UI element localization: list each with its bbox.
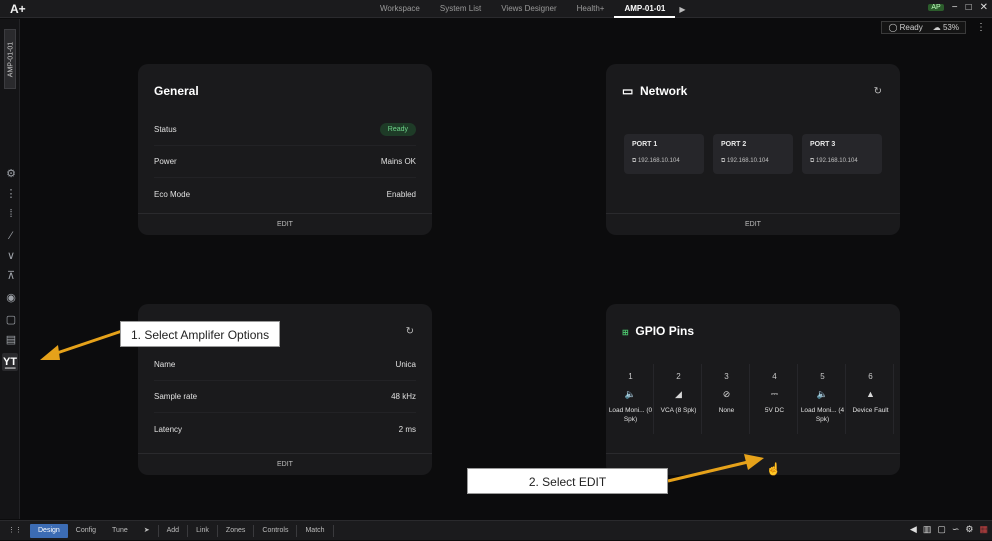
status-box: ◯ Ready ☁ 53% [881, 21, 966, 34]
gpio-pin: 4 ⎓ 5V DC [752, 364, 798, 434]
lock-icon[interactable]: ▢ [4, 313, 18, 327]
gpio-pin: 3 ⊘ None [704, 364, 750, 434]
tab-workspace[interactable]: Workspace [370, 0, 430, 18]
speaker-load-icon: 🔈 [608, 389, 653, 400]
divider [333, 525, 334, 537]
amp-options-icon[interactable]: Y͟T [2, 353, 18, 371]
minimize-icon[interactable]: − [952, 2, 958, 13]
language-flag-icon[interactable]: ▦ [979, 524, 988, 535]
pointer-icon[interactable]: ➤ [136, 521, 158, 541]
monitor-icon: ▭ [622, 84, 633, 98]
power-row: Power Mains OK [154, 146, 416, 178]
tab-amp[interactable]: AMP-01-01 [614, 0, 675, 18]
mode-design[interactable]: Design [30, 524, 68, 538]
action-zones[interactable]: Zones [218, 521, 253, 541]
bottom-right-icons: ◀ ▥ ▢ ∽ ⚙ ▦ [910, 524, 988, 535]
device-status: ◯ Ready ☁ 53% ⋮ [881, 19, 986, 35]
gpio-pin: 2 ◢ VCA (8 Spk) [656, 364, 702, 434]
status-badge: Ready [380, 123, 416, 136]
callout-edit: 2. Select EDIT [467, 468, 668, 494]
gpio-pin: 1 🔈 Load Moni... (0 Spk) [608, 364, 654, 434]
unlock-icon[interactable]: ▢ [937, 524, 946, 535]
gpio-pin: 5 🔈 Load Moni... (4 Spk) [800, 364, 846, 434]
cpu-usage: ☁ 53% [933, 23, 959, 32]
arrow-line-1 [54, 331, 122, 354]
gpio-title: ⊞ GPIO Pins [622, 324, 694, 338]
left-toolbar: AMP-01-01 ⚙ ⋮ ⁞ ⁄ ∨ ⊼ ◉ ▢ ▤ Y͟T [0, 19, 20, 519]
ap-badge: AP [928, 4, 943, 11]
trash-icon[interactable]: ▥ [923, 524, 932, 535]
general-title: General [154, 84, 199, 98]
grid-icon[interactable]: ⁞ [4, 207, 18, 221]
sample-rate-row: Sample rate 48 kHz [154, 381, 416, 413]
cursor-hand-icon: ☝ [766, 462, 781, 476]
bottom-toolbar: ⋮⋮ Design Config Tune ➤ Add Link Zones C… [0, 520, 992, 540]
more-menu-icon[interactable]: ⋮ [976, 22, 986, 33]
close-icon[interactable]: ✕ [980, 2, 988, 13]
settings-icon[interactable]: ⚙ [965, 524, 973, 535]
filter-icon[interactable]: ⊼ [4, 269, 18, 283]
refresh-icon[interactable]: ↻ [874, 86, 882, 97]
action-controls[interactable]: Controls [254, 521, 296, 541]
eco-row: Eco Mode Enabled [154, 178, 416, 210]
maximize-icon[interactable]: □ [966, 2, 972, 13]
gpio-icon: ⊞ [622, 328, 629, 337]
window-controls: AP − □ ✕ [928, 2, 988, 13]
status-row: Status Ready [154, 114, 416, 146]
latency-row: Latency 2 ms [154, 413, 416, 445]
dc-icon: ⎓ [752, 389, 797, 400]
general-edit-button[interactable]: EDIT [138, 213, 432, 235]
action-link[interactable]: Link [188, 521, 217, 541]
gear-icon[interactable]: ⚙ [4, 167, 18, 181]
layout-grid-icon[interactable]: ⋮⋮ [0, 521, 30, 541]
ready-status: ◯ Ready [888, 23, 922, 32]
arrow-head-1 [40, 345, 60, 360]
callout-amp-options: 1. Select Amplifer Options [120, 321, 280, 347]
general-card: General Status Ready Power Mains OK Eco … [138, 64, 432, 235]
device-vertical-tab[interactable]: AMP-01-01 [4, 29, 16, 89]
action-add[interactable]: Add [159, 521, 187, 541]
curve-icon[interactable]: ⁄ [4, 229, 18, 243]
name-row: Name Unica [154, 349, 416, 381]
refresh-icon[interactable]: ↻ [406, 326, 414, 337]
mode-config[interactable]: Config [68, 521, 104, 541]
flow-icon[interactable]: ⋮ [4, 187, 18, 201]
gpio-card: ⊞ GPIO Pins 1 🔈 Load Moni... (0 Spk) 2 ◢… [606, 304, 900, 475]
speaker-load-icon: 🔈 [800, 389, 845, 400]
none-icon: ⊘ [704, 389, 749, 400]
gpio-pin: 6 ▲ Device Fault [848, 364, 894, 434]
volume-icon[interactable]: ◀ [910, 524, 917, 535]
port-card: PORT 2 ⧉ 192.168.10.104 [713, 134, 793, 174]
network-card: ▭ Network ↻ PORT 1 ⧉ 192.168.10.104 PORT… [606, 64, 900, 235]
action-match[interactable]: Match [297, 521, 332, 541]
tab-system-list[interactable]: System List [430, 0, 491, 18]
title-bar: A+ Workspace System List Views Designer … [0, 0, 992, 18]
notch-icon[interactable]: ∨ [4, 249, 18, 263]
port-card: PORT 3 ⧉ 192.168.10.104 [802, 134, 882, 174]
vca-icon: ◢ [656, 389, 701, 400]
port-card: PORT 1 ⧉ 192.168.10.104 [624, 134, 704, 174]
app-logo: A+ [10, 2, 26, 16]
network-title: ▭ Network [622, 84, 687, 98]
warning-icon: ▲ [848, 389, 893, 399]
mode-tune[interactable]: Tune [104, 521, 136, 541]
tab-play-icon[interactable]: ▶ [675, 5, 685, 14]
save-icon[interactable]: ▤ [4, 333, 18, 347]
tab-views-designer[interactable]: Views Designer [491, 0, 566, 18]
audio-edit-button[interactable]: EDIT [138, 453, 432, 475]
link-icon[interactable]: ∽ [952, 524, 960, 535]
speaker-icon[interactable]: ◉ [4, 291, 18, 305]
network-edit-button[interactable]: EDIT [606, 213, 900, 235]
tab-health[interactable]: Health+ [567, 0, 615, 18]
workspace-tabs: Workspace System List Views Designer Hea… [370, 0, 686, 18]
